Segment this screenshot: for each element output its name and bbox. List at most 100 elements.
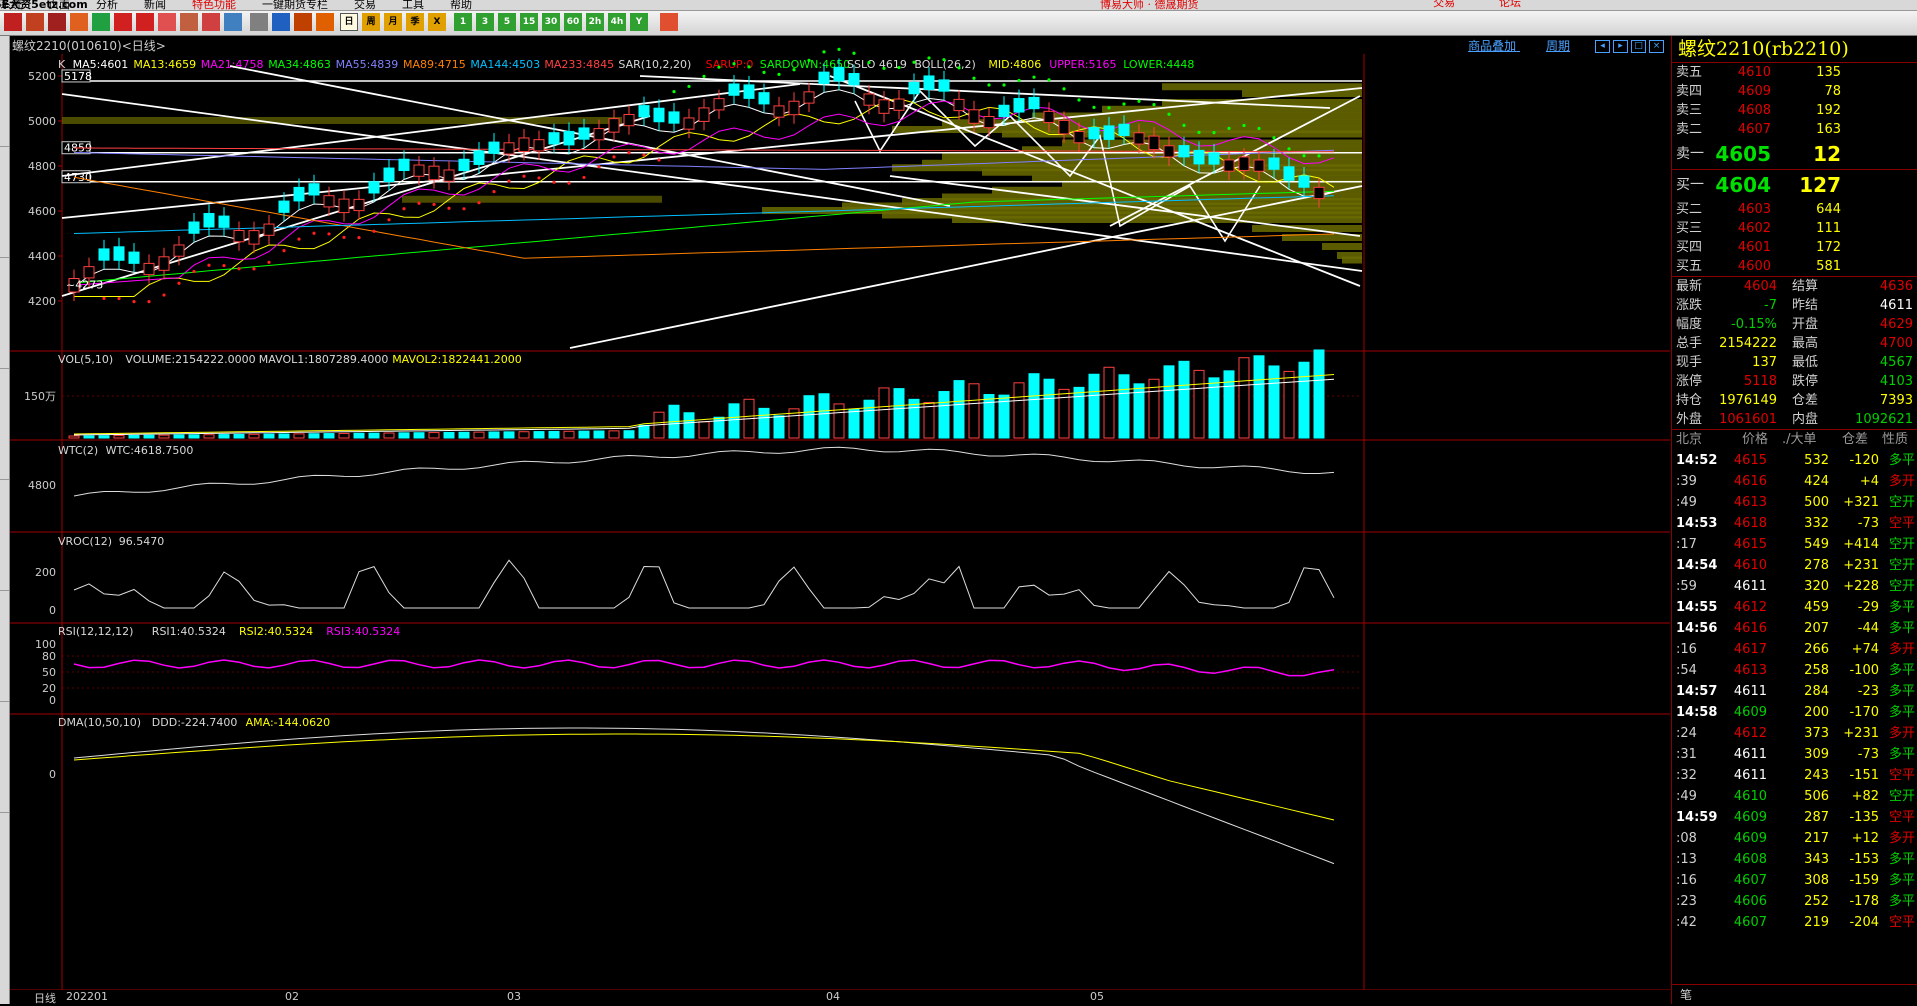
ask-level[interactable]: 卖五 4610 135: [1672, 63, 1917, 82]
tick-row[interactable]: :49 4610 506 +82 空开: [1672, 786, 1917, 807]
table-icon[interactable]: [250, 13, 268, 31]
candle-body: [1043, 110, 1055, 124]
tick-row[interactable]: :49 4613 500 +321 空开: [1672, 492, 1917, 513]
period-week-icon[interactable]: 周: [362, 13, 380, 31]
tick-row[interactable]: 14:56 4616 207 -44 多平: [1672, 618, 1917, 639]
ask-level[interactable]: 卖三 4608 192: [1672, 101, 1917, 120]
candle-body: [383, 167, 395, 183]
period-60m-icon[interactable]: 60: [564, 13, 582, 31]
tick-row[interactable]: :16 4607 308 -159 多平: [1672, 870, 1917, 891]
zoom-icon[interactable]: [136, 13, 154, 31]
tick-row[interactable]: :24 4612 373 +231 多开: [1672, 723, 1917, 744]
trade-link[interactable]: 交易: [1433, 0, 1455, 8]
alert-icon[interactable]: [158, 13, 176, 31]
volume-bar: [608, 430, 620, 439]
vroc-y-label: 200: [35, 566, 56, 579]
tick-row[interactable]: :17 4615 549 +414 空开: [1672, 534, 1917, 555]
sar-dot: [192, 269, 196, 274]
period-1m-icon[interactable]: 1: [454, 13, 472, 31]
tick-row[interactable]: 14:55 4612 459 -29 多平: [1672, 597, 1917, 618]
draw-icon[interactable]: [180, 13, 198, 31]
tick-row[interactable]: 14:59 4609 287 -135 空平: [1672, 807, 1917, 828]
menu-item[interactable]: 一键期货专栏: [262, 0, 328, 10]
tick-row[interactable]: :13 4608 343 -153 多平: [1672, 849, 1917, 870]
bid-level[interactable]: 买一 4604 127: [1672, 170, 1917, 200]
rsi-header: RSI(12,12,12): [58, 625, 133, 638]
sar-dot: [777, 72, 781, 77]
volume-bar: [308, 433, 320, 439]
side-tab[interactable]: [0, 147, 9, 258]
tick-row[interactable]: :16 4617 266 +74 多开: [1672, 639, 1917, 660]
volume-bar: [368, 432, 380, 439]
settings-icon[interactable]: [224, 13, 242, 31]
tick-row[interactable]: 14:54 4610 278 +231 空开: [1672, 555, 1917, 576]
ask-level[interactable]: 卖四 4609 78: [1672, 82, 1917, 101]
tick-row[interactable]: 14:57 4611 284 -23 多平: [1672, 681, 1917, 702]
period-2h-icon[interactable]: 2h: [586, 13, 604, 31]
home-icon[interactable]: [26, 13, 44, 31]
period-year-icon[interactable]: X: [428, 13, 446, 31]
tick-list[interactable]: 14:52 4615 532 -120 多平:39 4616 424 +4 多开:49 4613 5…: [1672, 450, 1917, 933]
period-4h-icon[interactable]: 4h: [608, 13, 626, 31]
chart-canvas[interactable]: K MA5:4601 MA13:4659 MA21:4758 MA34:4863 MA55…: [10, 36, 1670, 990]
menu-item[interactable]: 交易: [354, 0, 376, 10]
tick-row[interactable]: 14:58 4609 200 -170 多平: [1672, 702, 1917, 723]
tick-row[interactable]: 14:53 4618 332 -73 空平: [1672, 513, 1917, 534]
min-chart-icon[interactable]: [294, 13, 312, 31]
indicator-icon[interactable]: [202, 13, 220, 31]
period-quarter-icon[interactable]: 季: [406, 13, 424, 31]
sar-dot: [462, 207, 466, 211]
tick-row[interactable]: :31 4611 309 -73 多平: [1672, 744, 1917, 765]
side-tab[interactable]: [0, 591, 9, 702]
period-custom-icon[interactable]: Y: [630, 13, 648, 31]
chart-area[interactable]: 螺纹2210(010610)<日线> 商品叠加 周期 ◂ ▸ □ × K MA5:460…: [10, 36, 1670, 1005]
bid-level[interactable]: 买四 4601 172: [1672, 238, 1917, 257]
bid-level[interactable]: 买三 4602 111: [1672, 219, 1917, 238]
bid-level[interactable]: 买五 4600 581: [1672, 257, 1917, 276]
menu-item[interactable]: 新闻: [144, 0, 166, 10]
tick-row[interactable]: :39 4616 424 +4 多开: [1672, 471, 1917, 492]
side-tab[interactable]: [0, 36, 9, 147]
forum-link[interactable]: 论坛: [1499, 0, 1521, 8]
quote-icon[interactable]: [48, 13, 66, 31]
period-3m-icon[interactable]: 3: [476, 13, 494, 31]
side-tab[interactable]: [0, 480, 9, 591]
menu-item[interactable]: 特色功能: [192, 0, 236, 10]
side-tab[interactable]: [0, 369, 9, 480]
side-tab[interactable]: [0, 258, 9, 369]
calculator-icon[interactable]: [660, 13, 678, 31]
period-day-icon[interactable]: 日: [340, 13, 358, 31]
candle-body: [1298, 175, 1310, 188]
news-icon[interactable]: [70, 13, 88, 31]
back-icon[interactable]: [4, 13, 22, 31]
refresh-icon[interactable]: [92, 13, 110, 31]
tick-row[interactable]: :23 4606 252 -178 多平: [1672, 891, 1917, 912]
candle-body: [728, 83, 740, 96]
period-5m-icon[interactable]: 5: [498, 13, 516, 31]
sar-dot: [627, 151, 631, 155]
search-icon[interactable]: [114, 13, 132, 31]
tick-row[interactable]: 14:52 4615 532 -120 多平: [1672, 450, 1917, 471]
tick-chart-icon[interactable]: [272, 13, 290, 31]
rsi-line: [73, 659, 1335, 677]
side-tab[interactable]: [0, 702, 9, 813]
volume-bar: [353, 432, 365, 439]
tick-row[interactable]: :54 4613 258 -100 多平: [1672, 660, 1917, 681]
menu-item[interactable]: 工具: [402, 0, 424, 10]
period-month-icon[interactable]: 月: [384, 13, 402, 31]
menu-item[interactable]: 分析: [96, 0, 118, 10]
kline-icon[interactable]: [316, 13, 334, 31]
period-15m-icon[interactable]: 15: [520, 13, 538, 31]
ask-level[interactable]: 卖一 4605 12: [1672, 139, 1917, 169]
tick-row[interactable]: :32 4611 243 -151 空平: [1672, 765, 1917, 786]
volume-profile-bar: [62, 117, 622, 124]
volume-bar: [818, 393, 830, 439]
menu-item[interactable]: 帮助: [450, 0, 472, 10]
period-30m-icon[interactable]: 30: [542, 13, 560, 31]
tick-row[interactable]: :08 4609 217 +12 多开: [1672, 828, 1917, 849]
ask-level[interactable]: 卖二 4607 163: [1672, 120, 1917, 139]
tick-row[interactable]: :59 4611 320 +228 空开: [1672, 576, 1917, 597]
tick-row[interactable]: :42 4607 219 -204 空平: [1672, 912, 1917, 933]
quote-panel: 螺纹2210(rb2210) 卖五 4610 135 卖四 4609 78 卖三 4608 19…: [1671, 36, 1917, 1004]
bid-level[interactable]: 买二 4603 644: [1672, 200, 1917, 219]
